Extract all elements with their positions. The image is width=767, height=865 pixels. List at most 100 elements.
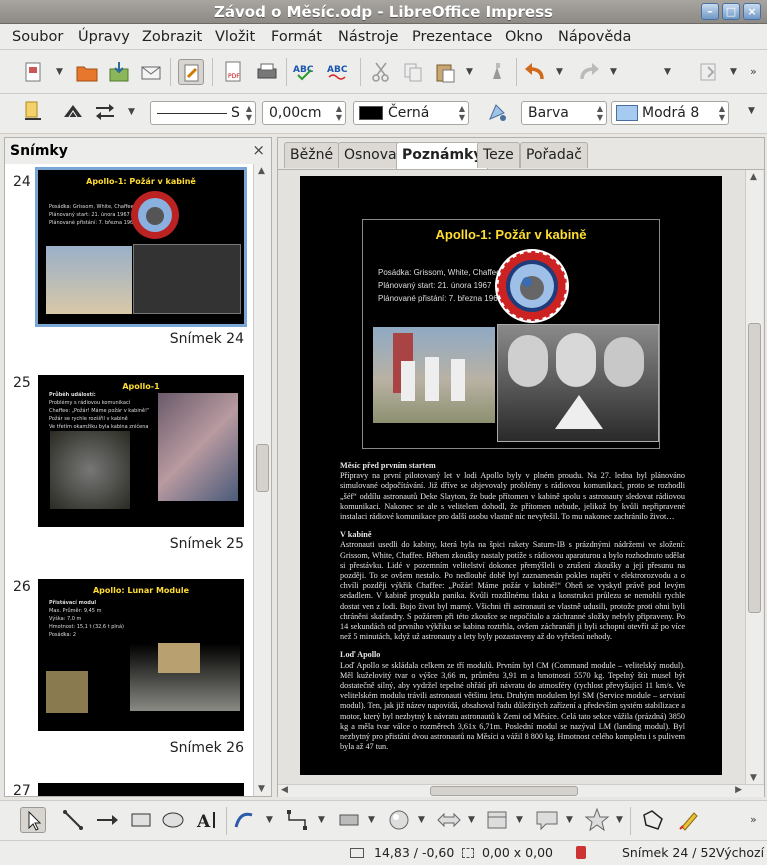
clone-formatting-icon[interactable] [486,59,512,85]
toolbar-more-icon[interactable]: » [750,813,757,826]
chevron-down-icon[interactable]: ▼ [610,67,617,77]
notes-page[interactable]: Apollo-1: Požár v kabině Posádka: Grisso… [300,176,722,775]
menu-nastroje[interactable]: Nástroje [338,29,398,45]
chevron-down-icon[interactable]: ▼ [566,815,573,825]
maximize-button[interactable]: □ [722,3,740,20]
block-arrows-icon[interactable] [436,807,462,833]
close-icon[interactable]: × [252,141,265,159]
area-color-select[interactable]: Modrá 8 ▲ ▼ [611,101,729,125]
scroll-thumb[interactable] [256,444,269,492]
callouts-icon[interactable] [534,807,560,833]
chevron-down-icon[interactable]: ▼ [556,67,563,77]
area-style-icon[interactable] [484,99,510,125]
line-properties-icon[interactable] [20,99,46,125]
notes-canvas[interactable]: Apollo-1: Požár v kabině Posádka: Grisso… [278,169,764,784]
save-icon[interactable] [106,59,132,85]
symbol-shapes-icon[interactable] [386,807,412,833]
navigator-icon[interactable] [696,59,722,85]
cut-icon[interactable] [368,59,394,85]
copy-icon[interactable] [400,59,426,85]
menu-format[interactable]: Formát [271,29,322,45]
autospellcheck-icon[interactable]: ABC [326,59,352,85]
export-pdf-icon[interactable]: PDF [220,59,246,85]
thumb-line: Chaffee: „Požár! Máme požár v kabině!“ [49,408,150,414]
toolbar-more-icon[interactable]: » [750,65,757,78]
slide-thumbnail-26[interactable]: Apollo: Lunar Module Přistávací modul Ma… [38,579,244,731]
tab-teze[interactable]: Teze [477,142,520,168]
flowchart-icon[interactable] [484,807,510,833]
basic-shapes-icon[interactable] [336,807,362,833]
slide-line: Plánované přistání: 7. března 1967 [378,294,503,303]
tab-osnova[interactable]: Osnova [338,142,403,168]
menu-soubor[interactable]: Soubor [12,29,63,45]
select-pointer-icon[interactable] [20,807,46,833]
tab-bezne[interactable]: Běžné [284,142,340,168]
print-icon[interactable] [254,59,280,85]
slides-pane: Snímky × 24 Apollo-1: Požár v kabině Pos… [4,137,272,797]
chevron-down-icon[interactable]: ▼ [730,67,737,77]
document-modified-icon[interactable] [576,846,586,859]
toolbar-overflow-icon[interactable]: ▼ [664,67,671,77]
menu-napoveda[interactable]: Nápověda [558,29,631,45]
scroll-thumb[interactable] [748,323,761,613]
notes-vertical-scrollbar[interactable]: ▲ ▼ [745,170,763,784]
redo-icon[interactable] [576,59,602,85]
slide-thumbnail-27[interactable] [38,783,244,796]
menu-zobrazit[interactable]: Zobrazit [142,29,202,45]
chevron-down-icon[interactable]: ▼ [616,815,623,825]
tab-poznamky[interactable]: Poznámky [396,142,489,169]
tab-poradac-snimku[interactable]: Pořadač snímků [520,142,589,187]
toolbar-overflow-icon[interactable]: ▼ [748,106,755,116]
chevron-down-icon[interactable]: ▼ [418,815,425,825]
slide-thumbnail-24[interactable]: Apollo-1: Požár v kabině Posádka: Grisso… [35,167,247,327]
line-style-select[interactable]: S ▲ ▼ [150,101,256,125]
line-color-select[interactable]: Černá ▲ ▼ [353,101,469,125]
chevron-down-icon[interactable]: ▼ [56,67,63,77]
lunar-module-small-photo [46,671,88,713]
chevron-down-icon[interactable]: ▼ [318,815,325,825]
rectangle-tool-icon[interactable] [128,807,154,833]
paste-icon[interactable] [432,59,458,85]
area-type-select[interactable]: Barva ▲ ▼ [521,101,607,125]
slide-thumbnail-list[interactable]: 24 Apollo-1: Požár v kabině Posádka: Gri… [5,164,253,796]
spellcheck-icon[interactable]: ABC [292,59,318,85]
menu-okno[interactable]: Okno [505,29,543,45]
points-icon[interactable] [640,807,666,833]
chevron-down-icon[interactable]: ▼ [368,815,375,825]
area-properties-icon[interactable] [60,99,86,125]
slide-line: Plánovaný start: 21. února 1967 [378,281,492,290]
menu-vlozit[interactable]: Vložit [215,29,255,45]
edit-mode-icon[interactable] [178,59,204,85]
stars-icon[interactable] [584,807,610,833]
thumb-title: Apollo-1 [122,382,160,391]
line-width-field[interactable]: 0,00cm ▲ ▼ [262,101,346,125]
arrow-style-icon[interactable] [92,99,118,125]
open-folder-icon[interactable] [74,59,100,85]
line-arrow-tool-icon[interactable] [94,807,120,833]
curve-tool-icon[interactable] [232,807,258,833]
chevron-down-icon[interactable]: ▼ [468,815,475,825]
notes-text[interactable]: Měsíc před prvním startem Přípravy na prv… [340,461,685,760]
menu-prezentace[interactable]: Prezentace [412,29,492,45]
slide-thumbnail-25[interactable]: Apollo-1 Průběh událostí: Problémy s rád… [38,375,244,527]
chevron-down-icon[interactable]: ▼ [516,815,523,825]
text-tool-icon[interactable]: A [194,807,220,833]
undo-icon[interactable] [522,59,548,85]
chevron-down-icon[interactable]: ▼ [466,67,473,77]
ellipse-tool-icon[interactable] [160,807,186,833]
close-button[interactable]: × [743,3,761,20]
line-tool-icon[interactable] [60,807,86,833]
scroll-thumb[interactable] [430,786,578,796]
notes-horizontal-scrollbar[interactable]: ◀ ▶ [278,784,764,797]
email-icon[interactable] [138,59,164,85]
slides-scrollbar[interactable]: ▲ ▼ [253,164,271,796]
chevron-down-icon[interactable]: ▼ [128,107,135,117]
connector-tool-icon[interactable] [284,807,310,833]
minimize-button[interactable]: – [701,3,719,20]
chevron-down-icon[interactable]: ▼ [266,815,273,825]
menu-upravy[interactable]: Úpravy [78,29,130,45]
new-document-icon[interactable] [20,59,46,85]
slide-layout[interactable]: Výchozí [716,845,764,860]
slide-preview[interactable]: Apollo-1: Požár v kabině Posádka: Grisso… [362,219,660,449]
glue-points-icon[interactable] [676,807,702,833]
